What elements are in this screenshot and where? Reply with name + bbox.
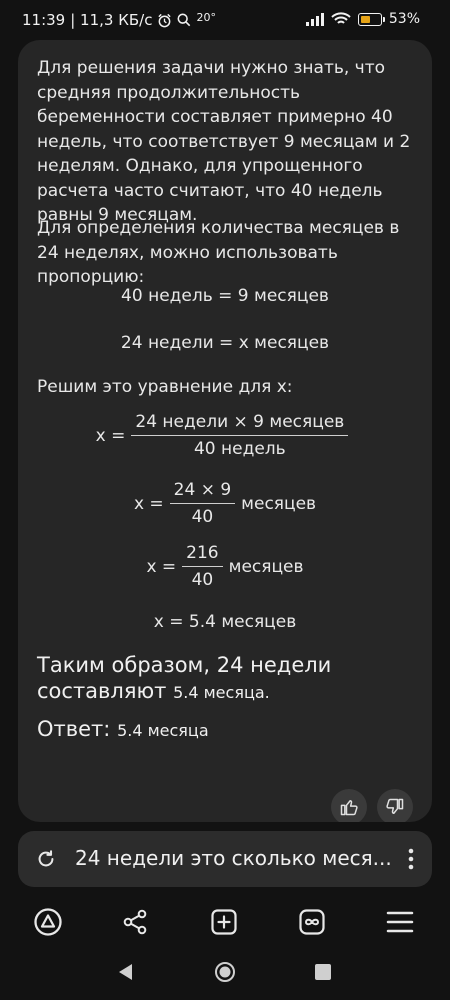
wifi-icon [331, 12, 351, 24]
alarm-icon [158, 13, 172, 27]
fraction: 216 40 [182, 543, 223, 590]
fraction-equation: x = 216 40 месяцев [18, 543, 432, 590]
fraction: 24 недели × 9 месяцев 40 недель [131, 412, 349, 459]
tabs-button[interactable] [294, 904, 330, 940]
fraction-numerator: 24 недели × 9 месяцев [131, 412, 349, 436]
bottom-toolbar [0, 896, 450, 946]
fraction-equation: x = 24 недели × 9 месяцев 40 недель [18, 412, 432, 459]
new-tab-button[interactable] [206, 904, 242, 940]
thumb-up-icon [340, 800, 358, 816]
refresh-icon[interactable] [35, 848, 57, 870]
thumb-down-icon [386, 798, 404, 814]
answer-paragraph: Для определения количества месяцев в 24 … [37, 218, 400, 287]
fraction-suffix: месяцев [228, 556, 304, 577]
home-icon[interactable] [214, 961, 236, 983]
equation: x = 5.4 месяцев [153, 612, 297, 632]
fraction-lhs: x = [95, 425, 126, 446]
temperature: 20° [196, 10, 216, 24]
query-bar[interactable]: 24 недели это сколько меся... [18, 831, 432, 887]
status-bar: 11:39 | 11,3 КБ/с 20° 53% [0, 0, 450, 40]
fraction-denominator: 40 [191, 507, 214, 527]
back-icon[interactable] [116, 962, 134, 982]
menu-icon [386, 911, 414, 933]
more-vertical-icon[interactable] [408, 848, 414, 870]
fraction: 24 × 9 40 [169, 480, 236, 527]
answer-paragraph: Для решения задачи нужно знать, что сред… [37, 58, 411, 225]
fraction-denominator: 40 [191, 570, 214, 590]
fraction-numerator: 216 [182, 543, 223, 567]
equation: 40 недель = 9 месяцев [121, 286, 329, 306]
fraction-suffix: месяцев [241, 493, 317, 514]
new-tab-icon [211, 909, 237, 935]
conclusion-value: 5.4 месяца. [173, 683, 270, 702]
answer-card: Для решения задачи нужно знать, что сред… [18, 40, 432, 822]
answer-value: 5.4 месяца [117, 721, 209, 740]
status-left: 11:39 | 11,3 КБ/с 20° [22, 10, 216, 30]
network-speed: | 11,3 КБ/с [70, 11, 153, 29]
battery-icon [357, 12, 385, 26]
status-time: 11:39 [22, 11, 66, 29]
share-icon [123, 909, 147, 935]
like-button[interactable] [331, 789, 367, 822]
menu-button[interactable] [382, 904, 418, 940]
fraction-equation: x = 24 × 9 40 месяцев [18, 480, 432, 527]
alice-button[interactable] [30, 904, 66, 940]
final-answer: Ответ: 5.4 месяца [37, 716, 427, 744]
fraction-denominator: 40 недель [193, 439, 286, 459]
tabs-icon [299, 909, 325, 935]
alice-icon [34, 908, 62, 936]
search-icon [177, 13, 191, 27]
status-right: 53% [305, 11, 420, 27]
fraction-numerator: 24 × 9 [169, 480, 236, 504]
query-text[interactable]: 24 недели это сколько меся... [75, 846, 395, 870]
dislike-button[interactable] [377, 789, 413, 822]
fraction-lhs: x = [146, 556, 177, 577]
share-button[interactable] [117, 904, 153, 940]
signal-icon [305, 12, 324, 26]
system-nav-bar [0, 950, 450, 1000]
answer-paragraph: Решим это уравнение для x: [37, 377, 293, 397]
answer-label: Ответ: [37, 717, 111, 741]
recents-icon[interactable] [315, 964, 331, 980]
conclusion: Таким образом, 24 недели составляют 5.4 … [37, 652, 427, 706]
equation: 24 недели = x месяцев [120, 333, 330, 353]
battery-percent: 53% [388, 11, 420, 27]
fraction-lhs: x = [133, 493, 164, 514]
